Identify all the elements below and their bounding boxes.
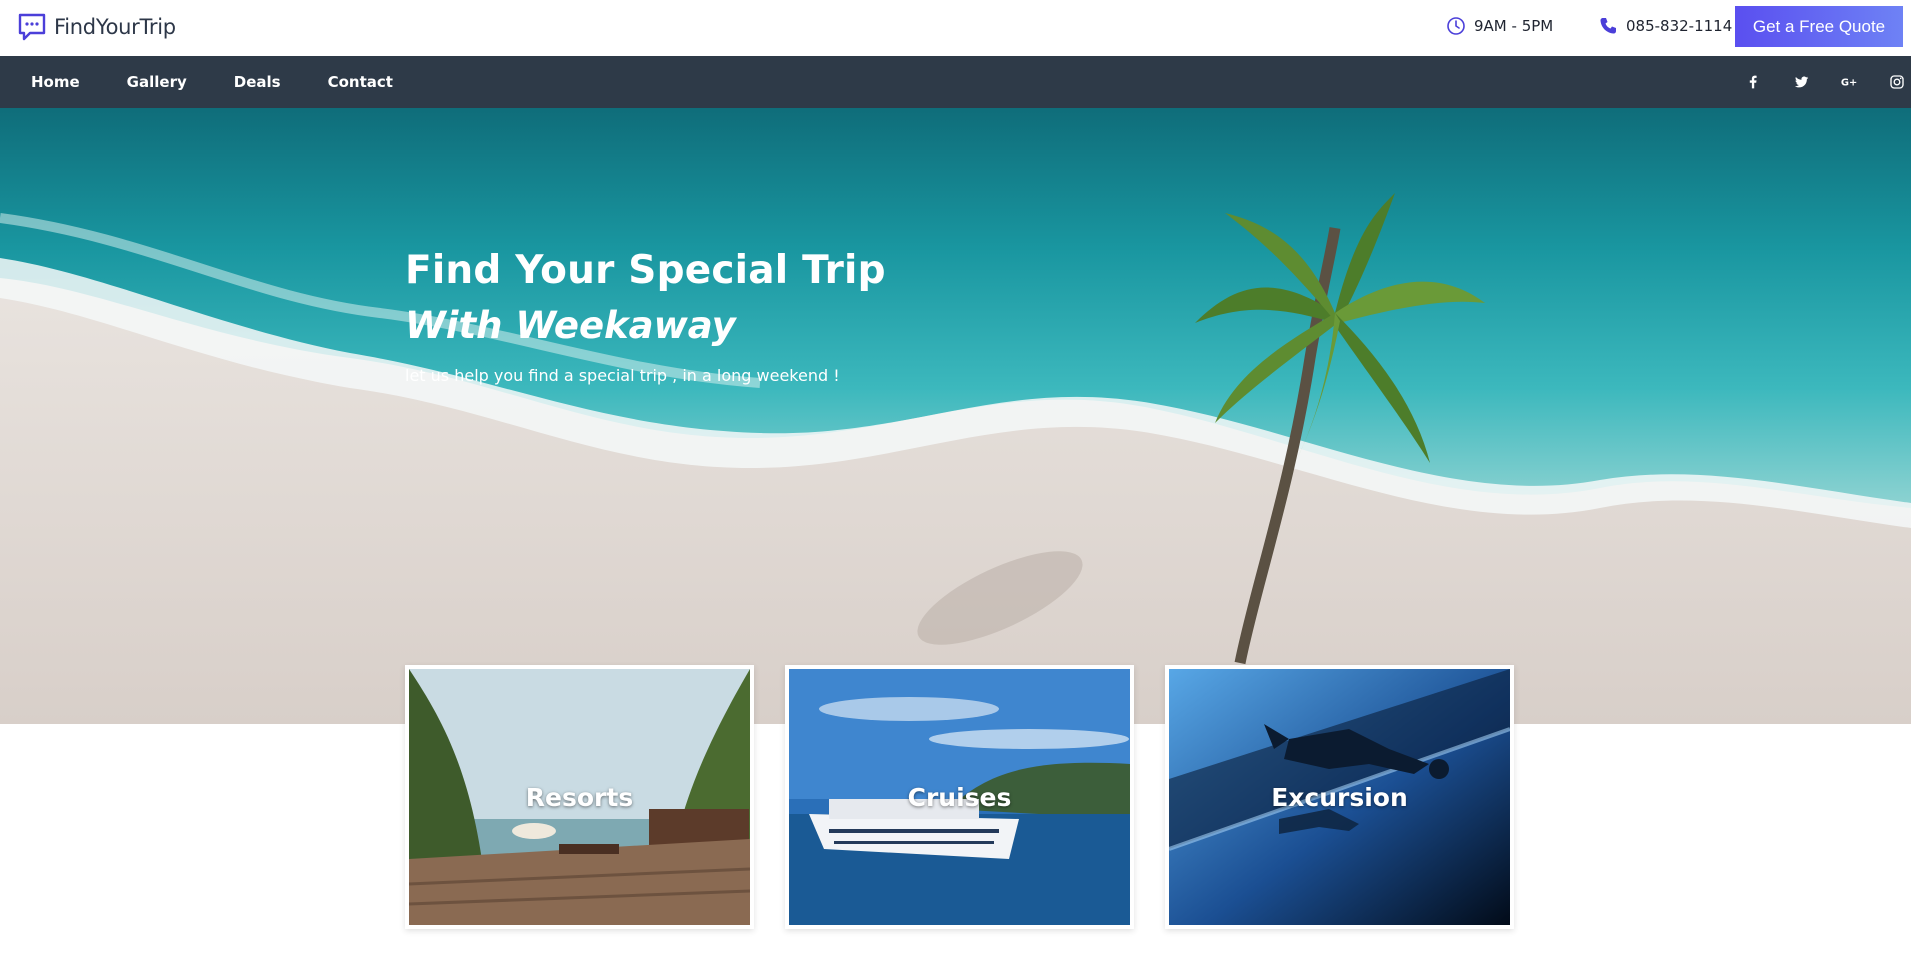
card-resorts[interactable]: Resorts xyxy=(405,665,754,929)
get-free-quote-button[interactable]: Get a Free Quote xyxy=(1735,6,1903,47)
card-excursion-label: Excursion xyxy=(1271,782,1408,812)
card-cruises[interactable]: Cruises xyxy=(785,665,1134,929)
chat-logo-icon xyxy=(18,13,46,41)
main-nav: Home Gallery Deals Contact G+ xyxy=(0,56,1911,108)
facebook-icon[interactable] xyxy=(1743,72,1763,92)
business-hours: 9AM - 5PM xyxy=(1446,16,1553,36)
card-resorts-label: Resorts xyxy=(525,782,634,812)
logo[interactable]: FindYourTrip xyxy=(16,10,176,44)
instagram-icon[interactable] xyxy=(1887,72,1907,92)
card-excursion[interactable]: Excursion xyxy=(1165,665,1514,929)
hero-tagline: let us help you find a special trip , in… xyxy=(405,366,840,385)
social-links: G+ xyxy=(1715,56,1911,108)
excursion-image: Excursion xyxy=(1169,669,1510,925)
top-bar: FindYourTrip 9AM - 5PM 085-832-1114 Get … xyxy=(0,0,1911,56)
resorts-image: Resorts xyxy=(409,669,750,925)
hours-text: 9AM - 5PM xyxy=(1474,17,1554,35)
nav-item-gallery[interactable]: Gallery xyxy=(112,69,187,95)
phone-icon xyxy=(1600,18,1616,34)
phone-text: 085-832-1114 xyxy=(1626,17,1733,35)
nav-item-home[interactable]: Home xyxy=(16,69,80,95)
hero-banner: Find Your Special Trip With Weekaway let… xyxy=(0,108,1911,724)
beach-background-image xyxy=(0,108,1911,724)
category-cards: Resorts Cruises Excursion xyxy=(405,665,1545,929)
card-cruises-label: Cruises xyxy=(907,782,1012,812)
hero-title: Find Your Special Trip xyxy=(405,248,886,293)
cruises-image: Cruises xyxy=(789,669,1130,925)
google-plus-icon[interactable]: G+ xyxy=(1839,72,1859,92)
brand-name: FindYourTrip xyxy=(54,15,176,39)
clock-icon xyxy=(1447,17,1465,35)
twitter-icon[interactable] xyxy=(1791,72,1811,92)
hero-subtitle: With Weekaway xyxy=(405,304,736,347)
svg-text:G+: G+ xyxy=(1841,78,1857,89)
nav-item-contact[interactable]: Contact xyxy=(313,69,393,95)
phone-number[interactable]: 085-832-1114 xyxy=(1598,16,1732,36)
nav-links: Home Gallery Deals Contact xyxy=(16,56,425,108)
nav-item-deals[interactable]: Deals xyxy=(219,69,281,95)
